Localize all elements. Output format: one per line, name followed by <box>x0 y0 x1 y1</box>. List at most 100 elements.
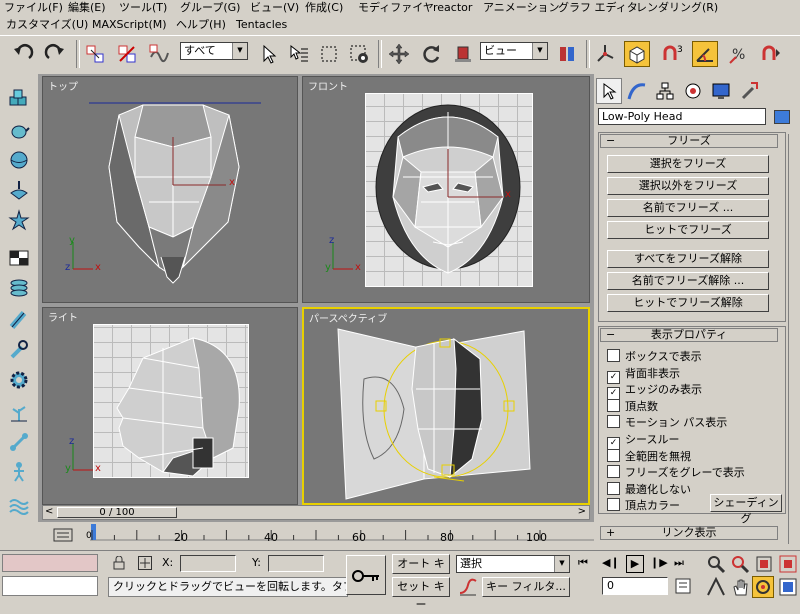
checkbox[interactable] <box>607 398 620 412</box>
current-frame-field[interactable]: 0 <box>602 577 668 595</box>
y-coordinate-field[interactable] <box>268 555 324 572</box>
object-name-field[interactable]: Low-Poly Head <box>598 108 766 125</box>
freeze-selected-button[interactable]: 選択をフリーズ <box>607 155 769 173</box>
timeline[interactable]: 0 20 40 60 80 100 <box>0 522 594 550</box>
freeze-by-name-button[interactable]: 名前でフリーズ ... <box>607 199 769 217</box>
display-option-row[interactable]: 頂点数 <box>607 398 658 414</box>
menu-tools[interactable]: ツール(T) <box>119 0 167 16</box>
display-option-row[interactable]: ✓ 背面非表示 <box>607 366 680 384</box>
x-coordinate-field[interactable] <box>180 555 236 572</box>
freeze-by-hit-button[interactable]: ヒットでフリーズ <box>607 221 769 239</box>
bind-spacewarp-icon[interactable] <box>146 41 172 67</box>
star-icon[interactable] <box>7 208 31 232</box>
modify-tab-icon[interactable] <box>624 78 650 104</box>
link-display-header[interactable]: + リンク表示 <box>600 526 778 540</box>
pan-hand-icon[interactable] <box>730 577 750 597</box>
menu-maxscript[interactable]: MAXScript(M) <box>92 17 167 33</box>
zoom-extents-all-icon[interactable] <box>778 554 798 574</box>
chevron-right-icon[interactable]: > <box>578 506 586 517</box>
object-color-swatch[interactable] <box>774 110 790 124</box>
display-option-row[interactable]: 全範囲を無視 <box>607 448 691 464</box>
select-link-icon[interactable] <box>82 41 108 67</box>
arc-rotate-icon[interactable] <box>752 576 774 598</box>
shading-button[interactable]: シェーディング <box>710 494 782 525</box>
box-icon[interactable] <box>7 86 31 110</box>
key-mode-dropdown[interactable]: 選択 ▼ <box>456 555 570 573</box>
menu-modifiers[interactable]: モディファイヤ <box>358 0 434 16</box>
sphere-icon[interactable] <box>7 148 31 172</box>
maxscript-listener-field[interactable] <box>2 554 98 572</box>
checkbox[interactable] <box>607 481 620 495</box>
percent-snap-icon[interactable]: % <box>726 41 752 67</box>
viewport-left[interactable]: ライト x z y <box>42 307 298 505</box>
absolute-mode-icon[interactable] <box>138 556 152 570</box>
create-tab-icon[interactable] <box>596 78 622 104</box>
scale-icon[interactable] <box>450 41 476 67</box>
display-option-row[interactable]: 最適化しない <box>607 481 691 497</box>
menu-customize[interactable]: カスタマイズ(U) <box>6 17 88 33</box>
move-icon[interactable] <box>386 41 412 67</box>
zoom-all-icon[interactable] <box>730 554 750 574</box>
maximize-viewport-icon[interactable] <box>778 577 798 597</box>
display-option-row[interactable]: ✓ エッジのみ表示 <box>607 382 702 401</box>
spinner-snap-icon[interactable] <box>758 41 784 67</box>
snap-3d-icon[interactable]: 3 <box>660 41 686 67</box>
checkbox[interactable] <box>607 415 620 429</box>
unfreeze-by-name-button[interactable]: 名前でフリーズ解除 ... <box>607 272 769 290</box>
angle-snap-icon[interactable] <box>692 41 718 67</box>
menu-create[interactable]: 作成(C) <box>305 0 343 16</box>
manipulate-icon[interactable] <box>592 41 618 67</box>
select-by-name-icon[interactable] <box>286 41 312 67</box>
wrench-icon[interactable] <box>7 338 31 362</box>
time-slider-track[interactable]: < 0 / 100 > <box>42 505 590 520</box>
menu-group[interactable]: グループ(G) <box>180 0 240 16</box>
set-key-mode-button[interactable] <box>346 555 386 595</box>
viewport-front[interactable]: フロント x x z y <box>302 76 590 303</box>
checkbox[interactable] <box>607 448 620 462</box>
menu-reactor[interactable]: reactor <box>433 0 472 16</box>
zoom-icon[interactable] <box>706 554 726 574</box>
display-option-row[interactable]: ✓ シースルー <box>607 432 679 450</box>
chevron-left-icon[interactable]: < <box>45 506 53 517</box>
key-filters-button[interactable]: キー フィルタ... <box>482 577 570 597</box>
wave-icon[interactable] <box>7 494 31 518</box>
unfreeze-by-hit-button[interactable]: ヒットでフリーズ解除 <box>607 294 769 312</box>
maxscript-mini-field[interactable] <box>2 576 98 596</box>
utilities-tab-icon[interactable] <box>736 78 762 104</box>
menu-help[interactable]: ヘルプ(H) <box>176 17 226 33</box>
tube-icon[interactable] <box>7 308 31 332</box>
menu-file[interactable]: ファイル(F) <box>4 0 63 16</box>
menu-animation[interactable]: アニメーション <box>483 0 560 16</box>
redo-icon[interactable] <box>42 41 68 67</box>
keyboard-override-icon[interactable] <box>624 41 650 67</box>
checkbox[interactable] <box>607 498 620 512</box>
reference-coord-dropdown[interactable]: ビュー ▼ <box>480 42 548 60</box>
display-tab-icon[interactable] <box>708 78 734 104</box>
window-crossing-icon[interactable] <box>346 41 372 67</box>
auto-key-button[interactable]: オート キー <box>392 554 450 588</box>
menu-tentacles[interactable]: Tentacles <box>236 17 287 33</box>
motion-tab-icon[interactable] <box>680 78 706 104</box>
play-icon[interactable]: ▶ <box>626 555 644 573</box>
lock-icon[interactable] <box>112 555 126 570</box>
time-config-icon[interactable] <box>674 577 692 595</box>
select-object-icon[interactable] <box>256 41 282 67</box>
spinning-top-icon[interactable] <box>7 178 31 202</box>
figure-icon[interactable] <box>7 460 31 484</box>
bone-icon[interactable] <box>7 430 31 454</box>
pivot-icon[interactable] <box>554 41 580 67</box>
next-frame-icon[interactable]: ❙▶ <box>650 556 668 572</box>
undo-icon[interactable] <box>10 41 36 67</box>
selection-filter-dropdown[interactable]: すべて ▼ <box>180 42 248 60</box>
time-slider-thumb[interactable]: 0 / 100 <box>57 507 177 518</box>
teapot-icon[interactable] <box>7 118 31 142</box>
rotate-icon[interactable] <box>418 41 444 67</box>
rectangle-region-icon[interactable] <box>316 41 342 67</box>
unlink-icon[interactable] <box>114 41 140 67</box>
command-panel-scrollbar[interactable] <box>788 134 797 544</box>
curve-icon[interactable] <box>458 577 478 597</box>
display-option-row[interactable]: モーション パス表示 <box>607 415 727 430</box>
field-of-view-icon[interactable] <box>706 576 726 597</box>
display-option-row[interactable]: 頂点カラー <box>607 498 680 513</box>
checkbox[interactable] <box>607 349 620 362</box>
